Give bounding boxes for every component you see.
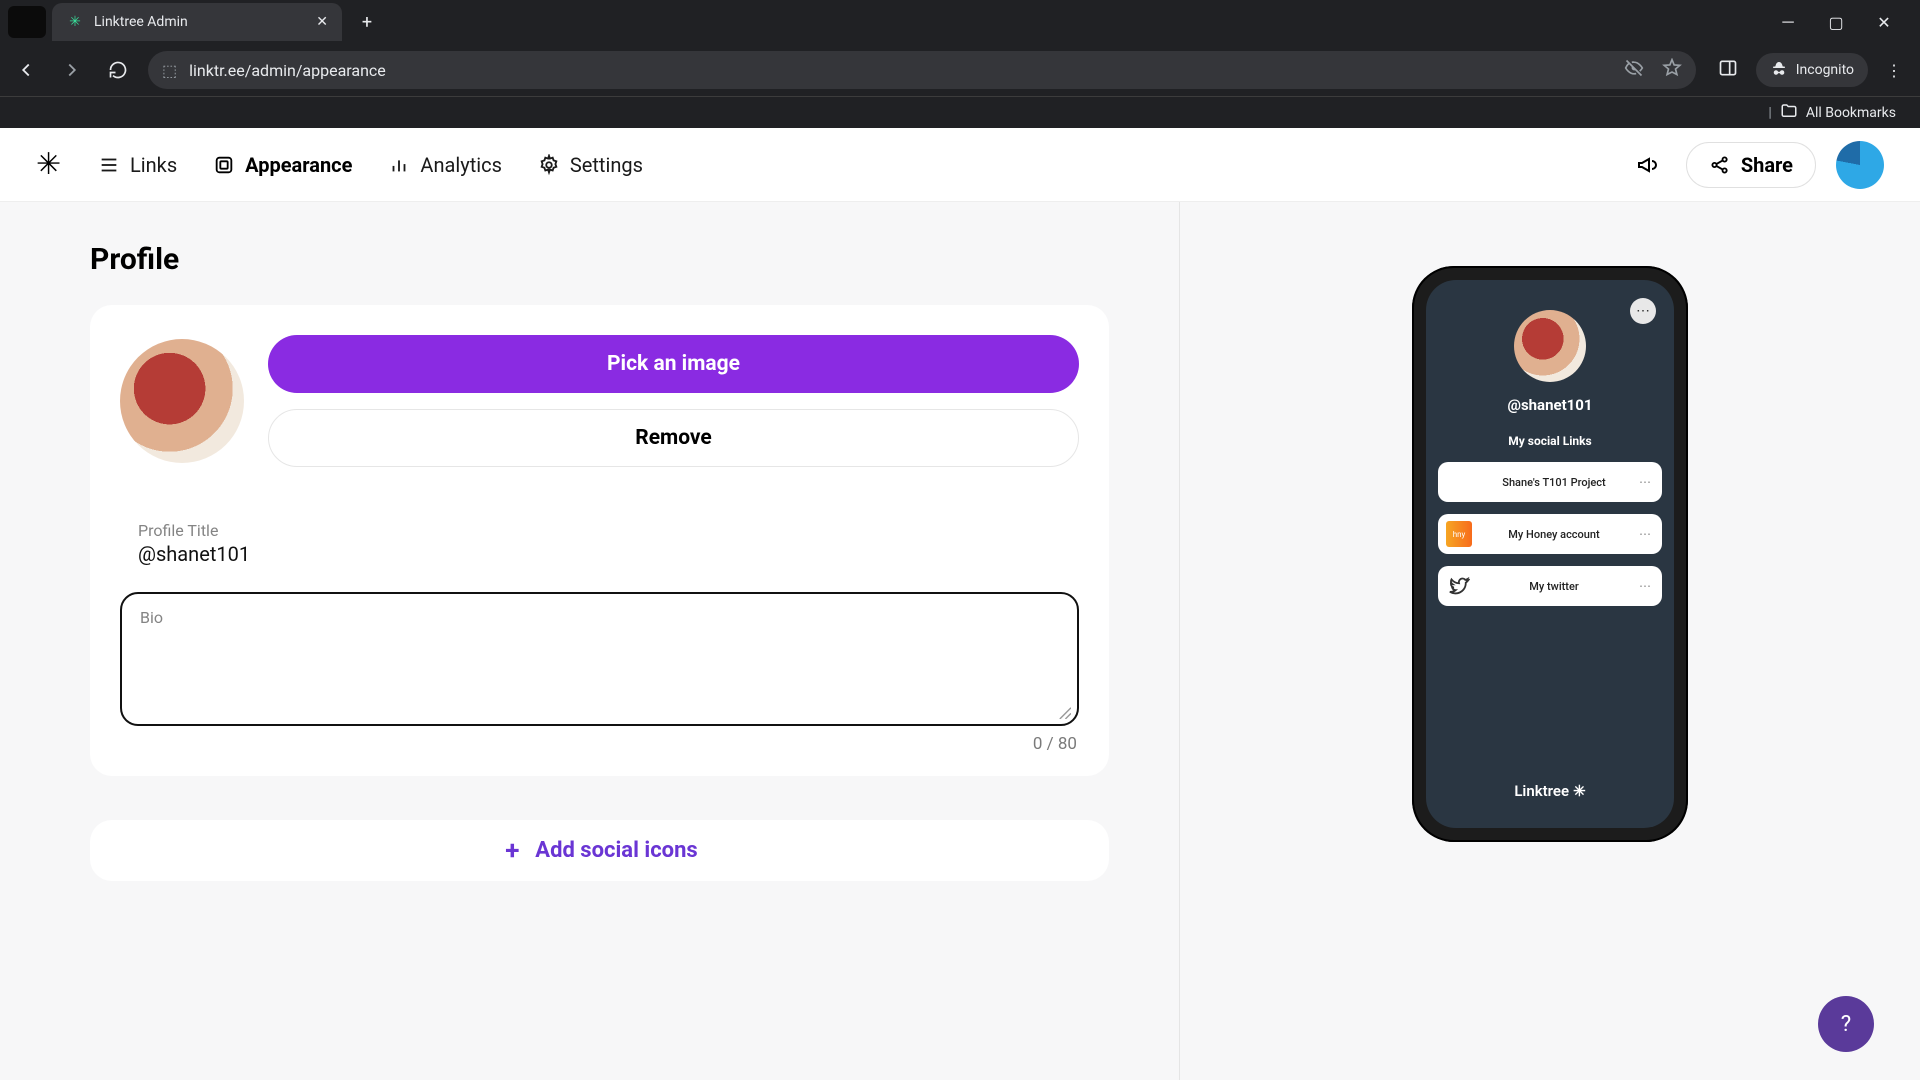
bio-field[interactable]: Bio — [120, 592, 1079, 726]
address-bar: ⬚ linktr.ee/admin/appearance Incognito — [0, 44, 1920, 96]
profile-title-field[interactable]: Profile Title @shanet101 — [120, 511, 1079, 580]
preview-link[interactable]: My twitter ⋯ — [1438, 566, 1662, 606]
twitter-icon — [1446, 573, 1472, 599]
preview-more-icon[interactable]: ⋯ — [1630, 298, 1656, 324]
add-social-button[interactable]: + Add social icons — [90, 820, 1109, 881]
preview-link-label: My Honey account — [1472, 528, 1636, 541]
incognito-label: Incognito — [1796, 62, 1854, 78]
nav-analytics-label: Analytics — [420, 153, 502, 177]
remove-image-button[interactable]: Remove — [268, 409, 1079, 467]
help-button[interactable]: ? — [1818, 996, 1874, 1052]
preview-avatar — [1514, 310, 1586, 382]
link-more-icon[interactable]: ⋯ — [1636, 579, 1654, 593]
megaphone-icon[interactable] — [1630, 147, 1666, 183]
minimize-icon[interactable]: ─ — [1778, 12, 1798, 32]
editor-pane: Profile Pick an image Remove Profile Tit… — [0, 202, 1180, 1080]
folder-icon — [1780, 102, 1798, 124]
resize-handle-icon[interactable] — [1057, 704, 1071, 718]
nav-settings-label: Settings — [570, 153, 643, 177]
tab-search-button[interactable] — [8, 6, 46, 38]
preview-link[interactable]: Shane's T101 Project ⋯ — [1438, 462, 1662, 502]
bio-char-count: 0 / 80 — [120, 734, 1079, 754]
window-controls: ─ ▢ ✕ — [1778, 12, 1912, 32]
link-more-icon[interactable]: ⋯ — [1636, 527, 1654, 541]
profile-title-label: Profile Title — [138, 521, 1061, 540]
page-title: Profile — [90, 242, 1109, 277]
preview-footer: Linktree ✳ — [1514, 782, 1585, 810]
back-icon[interactable] — [10, 54, 42, 86]
preview-pane: ⋯ @shanet101 My social Links Shane's T10… — [1180, 202, 1920, 1080]
menu-kebab-icon[interactable]: ⋮ — [1886, 61, 1902, 80]
preview-link[interactable]: hny My Honey account ⋯ — [1438, 514, 1662, 554]
eye-off-icon[interactable] — [1624, 58, 1644, 82]
pick-image-button[interactable]: Pick an image — [268, 335, 1079, 393]
site-settings-icon[interactable]: ⬚ — [162, 61, 177, 80]
nav-analytics[interactable]: Analytics — [384, 147, 506, 183]
link-thumbnail-icon: hny — [1446, 521, 1472, 547]
preview-link-label: Shane's T101 Project — [1472, 476, 1636, 489]
incognito-chip[interactable]: Incognito — [1756, 53, 1868, 87]
url-text: linktr.ee/admin/appearance — [189, 61, 386, 80]
share-button[interactable]: Share — [1686, 142, 1816, 188]
plus-icon: + — [501, 840, 523, 862]
preview-handle: @shanet101 — [1508, 396, 1593, 414]
star-icon[interactable] — [1662, 58, 1682, 82]
nav-settings[interactable]: Settings — [534, 147, 647, 183]
linktree-favicon-icon: ✳ — [66, 13, 84, 31]
nav-appearance[interactable]: Appearance — [209, 147, 356, 183]
profile-title-value: @shanet101 — [138, 542, 1061, 566]
preview-footer-text: Linktree — [1514, 782, 1569, 800]
tab-bar: ✳ Linktree Admin ✕ + ─ ▢ ✕ — [0, 0, 1920, 44]
phone-screen: ⋯ @shanet101 My social Links Shane's T10… — [1426, 280, 1674, 828]
profile-image[interactable] — [120, 339, 244, 463]
linktree-logo-icon[interactable]: ✳ — [36, 150, 66, 180]
bio-textarea[interactable] — [140, 627, 1059, 697]
tab-title: Linktree Admin — [94, 14, 188, 30]
bookmark-bar: | All Bookmarks — [0, 96, 1920, 128]
share-label: Share — [1741, 153, 1793, 177]
app-header: ✳ Links Appearance Analytics Settings Sh… — [0, 128, 1920, 202]
new-tab-button[interactable]: + — [352, 7, 382, 37]
question-icon: ? — [1841, 1012, 1851, 1037]
all-bookmarks-button[interactable]: All Bookmarks — [1806, 105, 1896, 121]
user-avatar[interactable] — [1836, 141, 1884, 189]
close-window-icon[interactable]: ✕ — [1874, 12, 1894, 32]
add-social-label: Add social icons — [535, 838, 697, 863]
preview-link-label: My twitter — [1472, 580, 1636, 593]
nav-links-label: Links — [130, 153, 177, 177]
bio-label: Bio — [140, 608, 1059, 627]
link-more-icon[interactable]: ⋯ — [1636, 475, 1654, 489]
preview-subtitle: My social Links — [1508, 434, 1591, 448]
address-actions: Incognito ⋮ — [1710, 53, 1910, 87]
phone-frame: ⋯ @shanet101 My social Links Shane's T10… — [1412, 266, 1688, 842]
linktree-glyph-icon: ✳ — [1573, 782, 1586, 800]
content-area: Profile Pick an image Remove Profile Tit… — [0, 202, 1920, 1080]
reload-icon[interactable] — [102, 54, 134, 86]
nav-appearance-label: Appearance — [245, 153, 352, 177]
link-thumbnail-icon — [1446, 469, 1472, 495]
profile-card: Pick an image Remove Profile Title @shan… — [90, 305, 1109, 776]
close-tab-icon[interactable]: ✕ — [316, 14, 328, 30]
forward-icon[interactable] — [56, 54, 88, 86]
maximize-icon[interactable]: ▢ — [1826, 12, 1846, 32]
side-panel-icon[interactable] — [1718, 58, 1738, 82]
nav-links[interactable]: Links — [94, 147, 181, 183]
incognito-icon — [1770, 59, 1788, 81]
browser-tab[interactable]: ✳ Linktree Admin ✕ — [52, 3, 342, 41]
url-input[interactable]: ⬚ linktr.ee/admin/appearance — [148, 51, 1696, 89]
browser-chrome: ✳ Linktree Admin ✕ + ─ ▢ ✕ ⬚ linktr.ee/a… — [0, 0, 1920, 128]
